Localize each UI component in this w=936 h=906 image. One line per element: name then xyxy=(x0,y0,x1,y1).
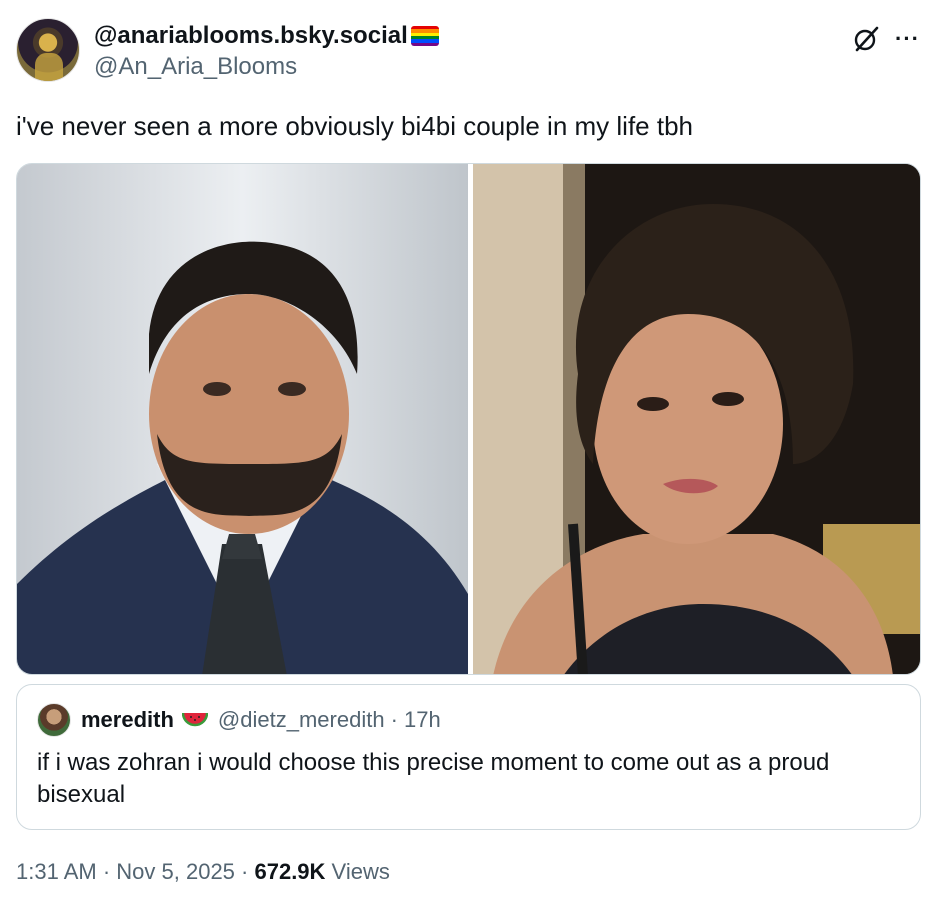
rainbow-flag-icon xyxy=(410,26,439,46)
author-handle[interactable]: @An_Aria_Blooms xyxy=(94,52,439,82)
header-actions: ··· xyxy=(851,24,920,54)
grok-icon[interactable] xyxy=(851,24,881,54)
author-avatar[interactable] xyxy=(16,18,80,82)
quoted-author-avatar[interactable] xyxy=(37,703,71,737)
watermelon-icon xyxy=(181,712,208,727)
quoted-tweet-text: if i was zohran i would choose this prec… xyxy=(37,749,830,808)
author-display-name-row[interactable]: @anariablooms.bsky.social xyxy=(94,22,439,50)
quoted-tweet[interactable]: meredith @dietz_meredith · 17h if i was … xyxy=(16,684,921,830)
photo-man-in-suit[interactable] xyxy=(17,164,468,674)
tweet-text: i've never seen a more obviously bi4bi c… xyxy=(16,111,693,141)
more-icon[interactable]: ··· xyxy=(895,28,920,50)
tweet-metadata: 1:31 AM · Nov 5, 2025 · 672.9K Views xyxy=(16,856,390,888)
quoted-author-name[interactable]: meredith xyxy=(81,707,174,733)
views-label: Views xyxy=(325,859,390,884)
author-names: @anariablooms.bsky.social @An_Aria_Bloom… xyxy=(94,22,439,82)
tweet-date[interactable]: Nov 5, 2025 xyxy=(116,859,235,884)
quoted-tweet-header: meredith @dietz_meredith · 17h xyxy=(37,703,441,737)
photo-woman-illustration xyxy=(473,164,920,674)
quoted-tweet-time[interactable]: · 17h xyxy=(391,707,441,733)
meta-separator: · xyxy=(234,859,255,884)
author-display-name[interactable]: @anariablooms.bsky.social xyxy=(94,22,408,50)
quoted-author-handle[interactable]: @dietz_meredith xyxy=(218,707,385,733)
meta-separator: · xyxy=(96,859,117,884)
views-count: 672.9K xyxy=(254,859,326,884)
tweet: @anariablooms.bsky.social @An_Aria_Bloom… xyxy=(0,0,936,906)
tweet-header: @anariablooms.bsky.social @An_Aria_Bloom… xyxy=(16,18,920,84)
tweet-time[interactable]: 1:31 AM xyxy=(16,859,97,884)
photo-woman-with-bob[interactable] xyxy=(473,164,920,674)
tweet-media[interactable] xyxy=(16,163,921,675)
photo-man-illustration xyxy=(17,164,468,674)
